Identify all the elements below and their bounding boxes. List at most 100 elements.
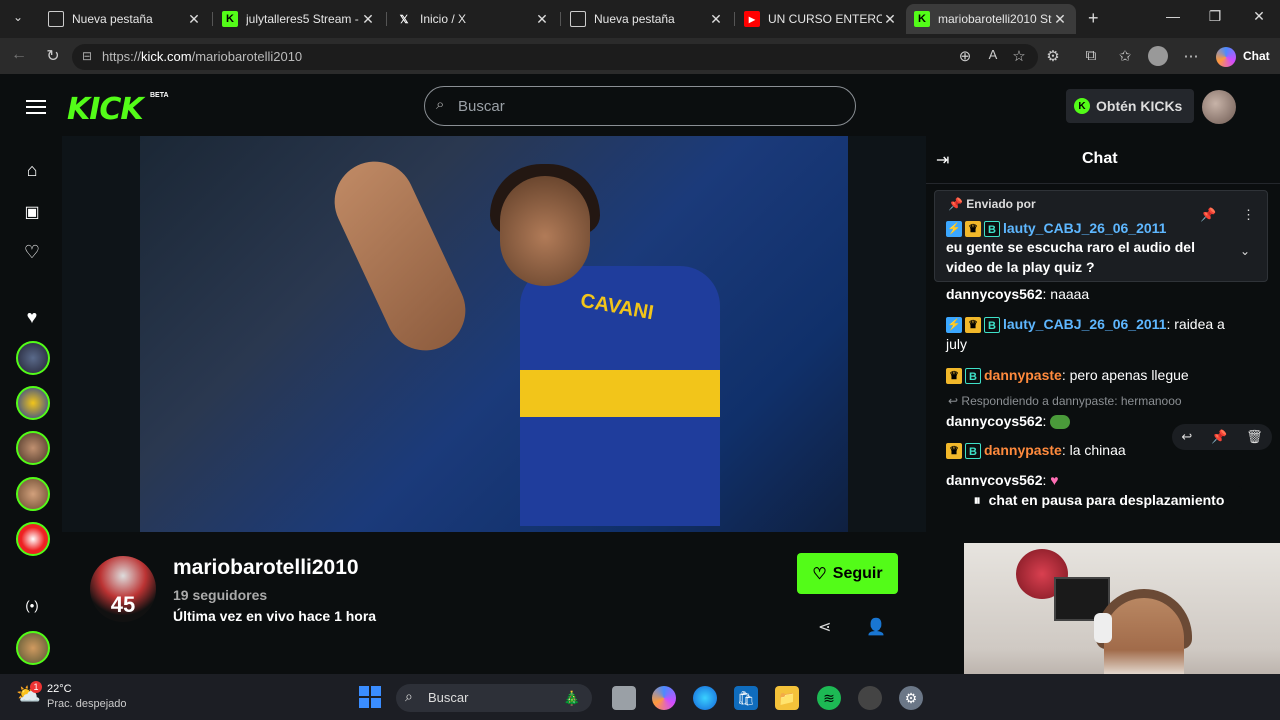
weather-description[interactable]: Prac. despejado (47, 698, 127, 710)
favorites-icon[interactable]: ✩ (1114, 47, 1136, 65)
user-report-icon[interactable]: 👤 (866, 617, 886, 637)
windows-taskbar (0, 674, 1280, 720)
chat-username[interactable]: lauty_CABJ_26_06_2011 (1003, 220, 1166, 236)
window-close-icon[interactable]: ✕ (1244, 8, 1274, 25)
chat-username[interactable]: dannycoys562 (946, 413, 1043, 429)
followed-channel-avatar[interactable] (16, 386, 50, 420)
reply-icon: ↩ (948, 394, 959, 408)
share-icon[interactable]: ⋖ (818, 617, 831, 637)
kick-favicon: K (914, 11, 930, 27)
close-tab-icon[interactable]: ✕ (882, 11, 898, 28)
tab-mariobarotelli2010[interactable]: K mariobarotelli2010 Stre ✕ (906, 4, 1076, 34)
close-tab-icon[interactable]: ✕ (708, 11, 724, 28)
tab-title: Inicio / X (420, 12, 467, 26)
edge-newtab-icon (570, 11, 586, 27)
crown-badge-icon: ♛ (946, 443, 962, 460)
follow-button[interactable]: ♡ Seguir (797, 553, 898, 594)
temperature[interactable]: 22°C (47, 683, 72, 695)
followed-channel-avatar[interactable] (16, 341, 50, 375)
chat-username[interactable]: dannypaste (984, 442, 1062, 458)
tab-title: julytalleres5 Stream - W (246, 12, 360, 26)
expand-chevron-icon[interactable]: ⌄ (1240, 244, 1250, 258)
live-signal-icon[interactable]: (•) (20, 598, 44, 613)
reply-icon[interactable]: ↩ (1181, 429, 1192, 445)
video-player[interactable]: CAVANI (62, 136, 926, 532)
avatar-number: 45 (110, 592, 136, 617)
badge-icon: ⚡ (946, 317, 962, 334)
start-button[interactable] (359, 686, 381, 708)
new-tab-plus-icon[interactable]: + (1088, 8, 1099, 29)
search-icon: ⌕ (436, 96, 445, 113)
maximize-icon[interactable]: ❐ (1200, 8, 1230, 25)
channel-avatar[interactable]: 45 (90, 556, 156, 622)
chat-paused-label: chat en pausa para desplazamiento (988, 492, 1225, 508)
favorite-star-icon[interactable]: ☆ (1008, 47, 1030, 65)
browse-icon[interactable]: ▣ (20, 202, 44, 222)
user-avatar[interactable] (1202, 90, 1236, 124)
channel-name[interactable]: mariobarotelli2010 (173, 556, 359, 580)
crown-badge-icon: ♛ (946, 368, 962, 385)
store-icon[interactable]: 🛍 (734, 686, 758, 710)
kick-logo[interactable]: KICK (67, 92, 144, 127)
sub-badge-icon: B (965, 368, 981, 385)
last-live-text: Última vez en vivo hace 1 hora (173, 608, 377, 624)
tab-x-home[interactable]: 𝕏 Inicio / X ✕ (388, 4, 558, 34)
zoom-icon[interactable]: ⊕ (954, 47, 976, 65)
profile-icon[interactable] (1148, 46, 1168, 66)
split-screen-icon[interactable]: ⧉ (1080, 47, 1102, 64)
get-kicks-button[interactable]: K Obtén KICKs (1066, 89, 1194, 123)
edge-newtab-icon (48, 11, 64, 27)
close-tab-icon[interactable]: ✕ (1052, 11, 1068, 28)
x-favicon: 𝕏 (399, 13, 409, 26)
following-heart-outline-icon[interactable]: ♡ (20, 242, 44, 263)
delete-icon[interactable]: 🗑 (1246, 429, 1263, 445)
file-explorer-icon[interactable]: 📁 (775, 686, 799, 710)
home-icon[interactable]: ⌂ (20, 160, 44, 181)
followed-channel-avatar[interactable] (16, 431, 50, 465)
tab-julytalleres5[interactable]: K julytalleres5 Stream - W ✕ (214, 4, 384, 34)
hamburger-menu-icon[interactable] (26, 96, 46, 118)
minimize-icon[interactable]: — (1158, 8, 1188, 24)
back-arrow-icon[interactable]: ← (8, 46, 30, 64)
chat-message: ⚡ ♛ Blauty_CABJ_26_06_2011: raidea a july (946, 316, 1225, 352)
tab-divider (560, 12, 561, 26)
settings-icon[interactable]: ⚙ (899, 686, 923, 710)
app-icon[interactable] (858, 686, 882, 710)
copilot-icon[interactable] (1216, 47, 1236, 67)
recommended-channel-avatar[interactable] (16, 631, 50, 665)
tab-youtube[interactable]: ▶ UN CURSO ENTERO SE ✕ (736, 4, 906, 34)
tab-list-chevron-icon[interactable]: ⌄ (8, 10, 28, 28)
copilot-taskbar-icon[interactable] (652, 686, 676, 710)
site-info-icon[interactable]: ⊟ (82, 49, 92, 63)
chat-username[interactable]: dannypaste (984, 367, 1062, 383)
task-view-icon[interactable] (612, 686, 636, 710)
pin-icon[interactable]: 📌 (1211, 429, 1227, 445)
kick-favicon: K (222, 11, 238, 27)
followed-channel-avatar[interactable] (16, 477, 50, 511)
chat-message: ♛ Bdannypaste: pero apenas llegue (946, 365, 1246, 385)
spotify-icon[interactable]: ≋ (817, 686, 841, 710)
chat-username[interactable]: lauty_CABJ_26_06_2011 (1003, 316, 1166, 332)
reload-icon[interactable]: ↻ (42, 46, 64, 66)
edge-icon[interactable] (693, 686, 717, 710)
chat-paused-notice[interactable]: ⏸ chat en pausa para desplazamiento (956, 486, 1242, 514)
kicks-coin-icon: K (1074, 98, 1090, 114)
chat-username[interactable]: dannycoys562 (946, 286, 1043, 302)
read-aloud-icon[interactable]: A (982, 47, 1004, 62)
tab-new-tab-2[interactable]: Nueva pestaña ✕ (562, 4, 732, 34)
taskbar-search-label: Buscar (428, 690, 469, 705)
chat-message: dannycoys562: naaaa (946, 286, 1090, 302)
tab-new-tab-1[interactable]: Nueva pestaña ✕ (40, 4, 210, 34)
search-highlight-icon[interactable]: 🎄 (560, 686, 584, 710)
close-tab-icon[interactable]: ✕ (360, 11, 376, 28)
collapse-chat-icon[interactable]: ⇥ (936, 150, 949, 170)
extensions-icon[interactable]: ⚙ (1042, 47, 1064, 65)
close-tab-icon[interactable]: ✕ (186, 11, 202, 28)
follow-label: Seguir (832, 564, 883, 582)
close-tab-icon[interactable]: ✕ (534, 11, 550, 28)
followed-channel-avatar[interactable] (16, 522, 50, 556)
more-options-icon[interactable]: ⋯ (1180, 47, 1202, 65)
tab-divider (386, 12, 387, 26)
copilot-chat-label[interactable]: Chat (1243, 49, 1270, 63)
player-head (500, 176, 590, 286)
